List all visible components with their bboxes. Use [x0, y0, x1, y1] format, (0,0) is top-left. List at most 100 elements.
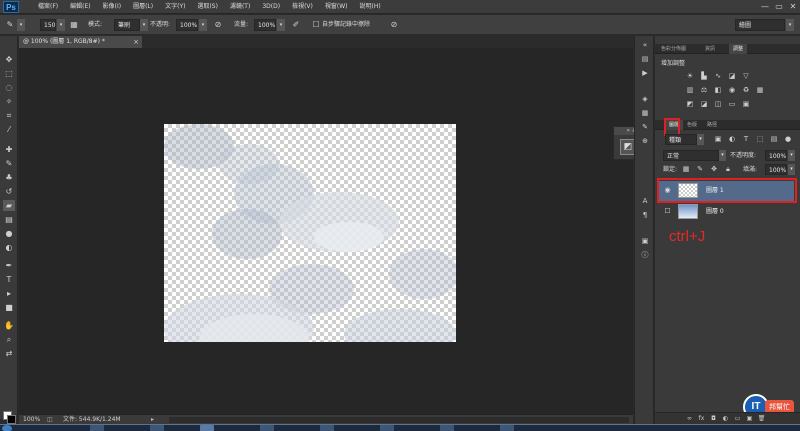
gradient-tool-icon[interactable]: ▤ — [3, 214, 15, 225]
delete-layer-icon[interactable]: 🗑︎ — [757, 414, 766, 423]
taskbar-app-icon[interactable] — [440, 425, 454, 431]
curves-icon[interactable]: ∿ — [713, 72, 723, 81]
mode-dropdown[interactable]: ▾ — [140, 19, 148, 31]
type-tool-icon[interactable]: T — [3, 274, 15, 285]
tab-info[interactable]: 資訊 — [701, 44, 719, 54]
actions-panel-icon[interactable]: ▶ — [639, 68, 651, 78]
path-select-tool-icon[interactable]: ▸ — [3, 288, 15, 299]
workspace-dropdown[interactable]: ▾ — [786, 19, 794, 31]
horizontal-scrollbar[interactable] — [169, 417, 629, 423]
link-layers-icon[interactable]: ∞ — [685, 414, 694, 423]
layer-name[interactable]: 圖層 0 — [706, 202, 724, 222]
fill-field[interactable]: 100% — [765, 164, 787, 175]
lock-transparency-icon[interactable]: ▦ — [681, 165, 691, 174]
kind-dropdown[interactable]: ▾ — [697, 134, 704, 145]
brightness-icon[interactable]: ☀ — [685, 72, 695, 81]
tab-adjustments[interactable]: 調整 — [729, 44, 748, 54]
pen-tool-icon[interactable]: ✒ — [3, 260, 15, 271]
menu-filter[interactable]: 濾鏡(T) — [224, 0, 256, 14]
menu-window[interactable]: 視窗(W) — [319, 0, 354, 14]
dodge-tool-icon[interactable]: ◐ — [3, 242, 15, 253]
brush-panel-icon[interactable]: ✎ — [639, 122, 651, 132]
add-mask-icon[interactable]: ◘ — [709, 414, 718, 423]
new-group-icon[interactable]: ▭ — [733, 414, 742, 423]
gradient-map-icon[interactable]: ▭ — [727, 100, 737, 109]
vibrance-icon[interactable]: ▽ — [741, 72, 751, 81]
photo-filter-icon[interactable]: ◉ — [727, 86, 737, 95]
info-panel-icon[interactable]: ⓘ — [639, 250, 651, 260]
taskbar-app-icon[interactable] — [500, 425, 514, 431]
3d-panel-icon[interactable]: ◈ — [639, 94, 651, 104]
new-layer-icon[interactable]: ▣ — [745, 414, 754, 423]
close-button[interactable]: ✕ — [786, 0, 800, 14]
channel-mixer-icon[interactable]: ♻ — [741, 86, 751, 95]
taskbar-app-icon[interactable] — [200, 425, 214, 431]
menu-type[interactable]: 文字(Y) — [159, 0, 191, 14]
background-color-swatch[interactable] — [7, 415, 16, 424]
lock-image-icon[interactable]: ✎ — [695, 165, 705, 174]
taskbar-app-icon[interactable] — [260, 425, 274, 431]
menu-file[interactable]: 檔案(F) — [32, 0, 64, 14]
menu-select[interactable]: 選取(S) — [191, 0, 224, 14]
opacity-field[interactable]: 100% — [176, 19, 198, 31]
menu-view[interactable]: 檢視(V) — [286, 0, 319, 14]
layer-opacity-field[interactable]: 100% — [765, 150, 787, 161]
menu-edit[interactable]: 編輯(E) — [64, 0, 96, 14]
new-adjustment-icon[interactable]: ◐ — [721, 414, 730, 423]
lock-position-icon[interactable]: ✥ — [709, 165, 719, 174]
taskbar-app-icon[interactable] — [150, 425, 164, 431]
healing-brush-tool-icon[interactable]: ✚ — [3, 144, 15, 155]
threshold-icon[interactable]: ◫ — [713, 100, 723, 109]
tool-preset-dropdown[interactable]: ▾ — [17, 19, 25, 31]
pressure-size-icon[interactable]: ⊘ — [388, 19, 400, 31]
minimize-button[interactable]: — — [758, 0, 772, 14]
airbrush-icon[interactable]: ✐ — [290, 19, 302, 31]
paragraph-panel-icon[interactable]: ¶ — [639, 210, 651, 220]
flow-field[interactable]: 100% — [254, 19, 276, 31]
clone-source-panel-icon[interactable]: ⊕ — [639, 136, 651, 146]
fill-dropdown[interactable]: ▾ — [788, 164, 795, 175]
quick-select-tool-icon[interactable]: ✧ — [3, 96, 15, 107]
blend-mode-dropdown[interactable]: ▾ — [719, 150, 726, 161]
blend-mode-select[interactable]: 正常 — [663, 150, 719, 161]
zoom-tool-icon[interactable]: ⌕ — [3, 334, 15, 345]
start-button[interactable] — [2, 425, 12, 431]
menu-help[interactable]: 說明(H) — [354, 0, 387, 14]
properties-panel-icon[interactable]: ▦ — [639, 108, 651, 118]
eraser-tool-preset-icon[interactable]: ✎ — [4, 19, 16, 31]
dock-collapse-icon[interactable]: « — [639, 40, 651, 50]
layer-row[interactable]: ☐ 圖層 0 — [658, 202, 794, 222]
color-lookup-icon[interactable]: ▦ — [755, 86, 765, 95]
blur-tool-icon[interactable]: ● — [3, 228, 15, 239]
taskbar-app-icon[interactable] — [90, 425, 104, 431]
eyedropper-tool-icon[interactable]: ⁄ — [3, 124, 15, 135]
brush-size-field[interactable]: 150 — [40, 19, 56, 31]
menu-image[interactable]: 影像(I) — [97, 0, 127, 14]
taskbar-app-icon[interactable] — [320, 425, 334, 431]
shape-tool-icon[interactable]: ■ — [3, 302, 15, 313]
filter-toggle-icon[interactable]: ● — [783, 135, 793, 144]
brush-tool-icon[interactable]: ✎ — [3, 158, 15, 169]
pixel-filter-icon[interactable]: ▣ — [713, 135, 723, 144]
exposure-icon[interactable]: ◪ — [727, 72, 737, 81]
layer-kind-filter[interactable]: 種類 — [665, 134, 697, 145]
layer-opacity-dropdown[interactable]: ▾ — [788, 150, 795, 161]
marquee-tool-icon[interactable]: ⬚ — [3, 68, 15, 79]
document-close-icon[interactable]: × — [133, 36, 139, 48]
history-brush-tool-icon[interactable]: ↺ — [3, 186, 15, 197]
selective-color-icon[interactable]: ▣ — [741, 100, 751, 109]
type-filter-icon[interactable]: T — [741, 135, 751, 144]
crop-tool-icon[interactable]: ⌗ — [3, 110, 15, 121]
workspace-select[interactable]: 繪圖 — [735, 19, 785, 31]
image-canvas[interactable] — [164, 124, 456, 342]
layer-style-icon[interactable]: fx — [697, 414, 706, 423]
black-white-icon[interactable]: ◧ — [713, 86, 723, 95]
eraser-tool-icon[interactable]: ▰ — [3, 200, 15, 211]
hand-tool-icon[interactable]: ✋ — [3, 320, 15, 331]
maximize-button[interactable]: ▭ — [772, 0, 786, 14]
pressure-opacity-icon[interactable]: ⊘ — [212, 19, 224, 31]
opacity-dropdown[interactable]: ▾ — [199, 19, 207, 31]
smart-object-filter-icon[interactable]: ▤ — [769, 135, 779, 144]
menu-layer[interactable]: 圖層(L) — [127, 0, 159, 14]
visibility-toggle-icon[interactable]: ☐ — [663, 207, 672, 216]
